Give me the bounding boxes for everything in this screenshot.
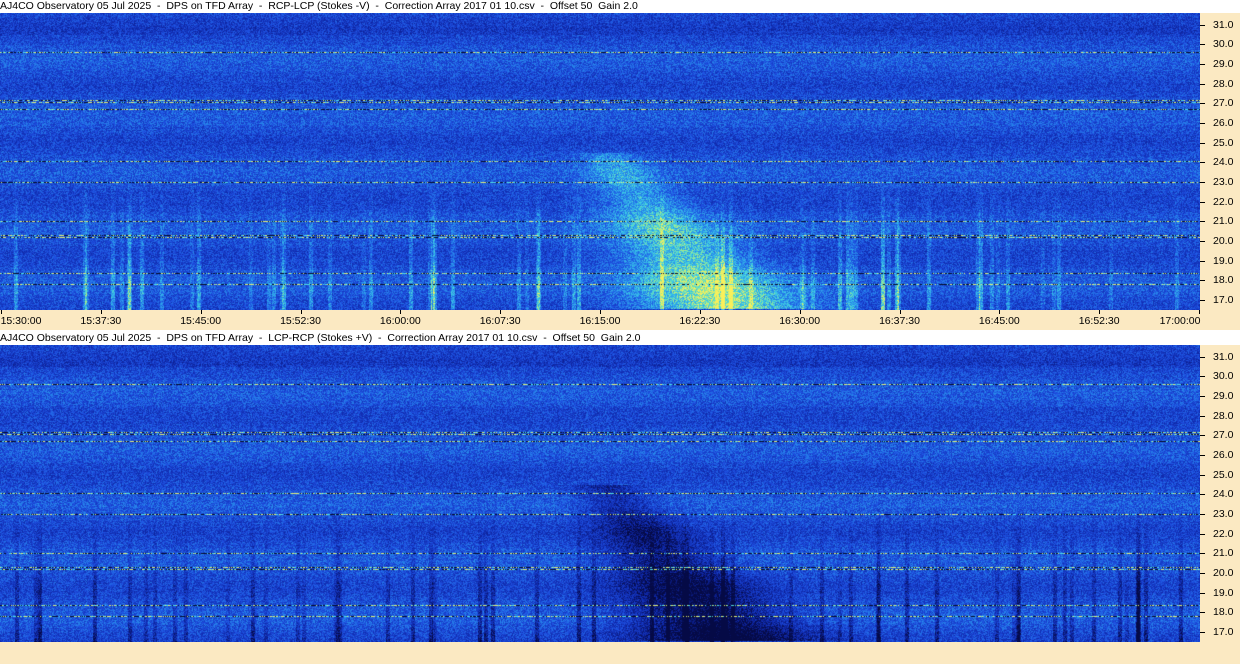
x-tick-label: 15:30:00	[0, 315, 42, 327]
x-tick-mark	[1, 310, 2, 314]
panel-1-x-axis: 15:30:00 15:37:30 15:45:00 15:52:30 16:00:00…	[0, 310, 1240, 330]
y-tick-mark	[1200, 376, 1205, 378]
y-tick-mark	[1200, 474, 1205, 476]
x-tick-label: 16:52:30	[1078, 315, 1120, 327]
y-tick-mark	[1200, 533, 1205, 535]
x-tick-label: 16:22:30	[679, 315, 721, 327]
panel-2-title: AJ4CO Observatory 05 Jul 2025 - DPS on T…	[0, 332, 1240, 345]
y-tick-label: 22.0	[1213, 527, 1234, 540]
x-tick-label: 16:30:00	[779, 315, 821, 327]
y-tick-mark	[1200, 455, 1205, 457]
y-tick-label: 30.0	[1213, 38, 1234, 51]
y-tick-mark	[1200, 396, 1205, 398]
x-tick-mark	[600, 310, 601, 314]
y-tick-mark	[1200, 415, 1205, 417]
x-tick-label: 16:00:00	[379, 315, 421, 327]
y-tick-label: 28.0	[1213, 77, 1234, 90]
y-tick-label: 25.0	[1213, 136, 1234, 149]
y-tick-label: 23.0	[1213, 508, 1234, 521]
y-tick-mark	[1200, 24, 1205, 26]
y-tick-mark	[1200, 356, 1205, 358]
spectrogram-panel-1	[0, 13, 1200, 310]
x-tick-mark	[500, 310, 502, 314]
y-tick-label: 28.0	[1213, 409, 1234, 422]
y-tick-label: 31.0	[1213, 350, 1234, 363]
y-tick-mark	[1200, 632, 1205, 634]
x-tick-mark	[899, 310, 901, 314]
y-tick-mark	[1200, 64, 1205, 66]
y-tick-mark	[1200, 182, 1205, 184]
y-tick-label: 22.0	[1213, 195, 1234, 208]
y-tick-label: 17.0	[1213, 626, 1234, 639]
y-tick-label: 25.0	[1213, 468, 1234, 481]
x-tick-label: 15:45:00	[180, 315, 222, 327]
x-tick-mark	[699, 310, 701, 314]
y-tick-mark	[1200, 44, 1205, 46]
y-tick-mark	[1200, 435, 1205, 437]
y-tick-label: 26.0	[1213, 117, 1234, 130]
y-tick-label: 18.0	[1213, 274, 1234, 287]
y-tick-mark	[1200, 142, 1205, 144]
x-tick-mark	[100, 310, 102, 314]
x-tick-label: 16:07:30	[479, 315, 521, 327]
x-tick-mark	[999, 310, 1001, 314]
spectrogram-1-image	[0, 13, 1200, 310]
x-tick-label: 15:52:30	[280, 315, 321, 327]
y-tick-mark	[1200, 280, 1205, 282]
y-tick-label: 18.0	[1213, 606, 1234, 619]
y-tick-label: 19.0	[1213, 254, 1234, 267]
y-tick-mark	[1200, 300, 1205, 302]
panel-2-y-axis: 31.0 30.0 29.0 28.0 27.0 26.0 25.0 24.0 23.0 22.0…	[1200, 345, 1240, 642]
x-tick-label: 16:45:00	[978, 315, 1020, 327]
x-tick-label: 16:37:30	[879, 315, 920, 327]
y-tick-mark	[1200, 553, 1205, 555]
x-tick-mark	[799, 310, 801, 314]
spectrogram-2-image	[0, 345, 1200, 642]
panel-1-title: AJ4CO Observatory 05 Jul 2025 - DPS on T…	[0, 0, 1240, 13]
y-tick-mark	[1200, 162, 1205, 164]
y-tick-mark	[1200, 573, 1205, 575]
y-tick-label: 31.0	[1213, 18, 1234, 31]
y-tick-label: 20.0	[1213, 235, 1234, 248]
y-tick-mark	[1200, 494, 1205, 496]
x-tick-mark	[400, 310, 402, 314]
y-tick-label: 27.0	[1213, 429, 1234, 442]
y-tick-label: 27.0	[1213, 97, 1234, 110]
y-tick-mark	[1200, 592, 1205, 594]
y-tick-mark	[1200, 83, 1205, 85]
x-tick-mark	[1099, 310, 1101, 314]
y-tick-mark	[1200, 612, 1205, 614]
y-tick-mark	[1200, 260, 1205, 262]
y-tick-label: 29.0	[1213, 58, 1234, 71]
x-tick-label: 15:37:30	[80, 315, 122, 327]
y-tick-label: 24.0	[1213, 156, 1234, 169]
y-tick-label: 21.0	[1213, 215, 1234, 228]
y-tick-label: 29.0	[1213, 390, 1234, 403]
y-tick-label: 26.0	[1213, 449, 1234, 462]
y-tick-mark	[1200, 514, 1205, 516]
y-tick-label: 20.0	[1213, 567, 1234, 580]
y-tick-label: 19.0	[1213, 586, 1234, 599]
y-tick-label: 30.0	[1213, 370, 1234, 383]
y-tick-mark	[1200, 201, 1205, 203]
x-tick-mark	[200, 310, 202, 314]
y-tick-label: 21.0	[1213, 547, 1234, 560]
x-tick-mark	[1199, 310, 1200, 314]
x-tick-label: 17:00:00	[1159, 315, 1201, 327]
y-tick-mark	[1200, 123, 1205, 125]
y-tick-label: 17.0	[1213, 294, 1234, 307]
y-tick-mark	[1200, 241, 1205, 243]
y-tick-mark	[1200, 103, 1205, 105]
x-tick-label: 16:15:00	[579, 315, 621, 327]
panel-2-bottom-strip	[0, 642, 1240, 664]
spectrogram-panel-2	[0, 345, 1200, 642]
y-tick-label: 24.0	[1213, 488, 1234, 501]
panel-1-y-axis: 31.0 30.0 29.0 28.0 27.0 26.0 25.0 24.0 23.0 22.0…	[1200, 13, 1240, 310]
y-tick-label: 23.0	[1213, 176, 1234, 189]
x-tick-mark	[300, 310, 302, 314]
y-tick-mark	[1200, 221, 1205, 223]
